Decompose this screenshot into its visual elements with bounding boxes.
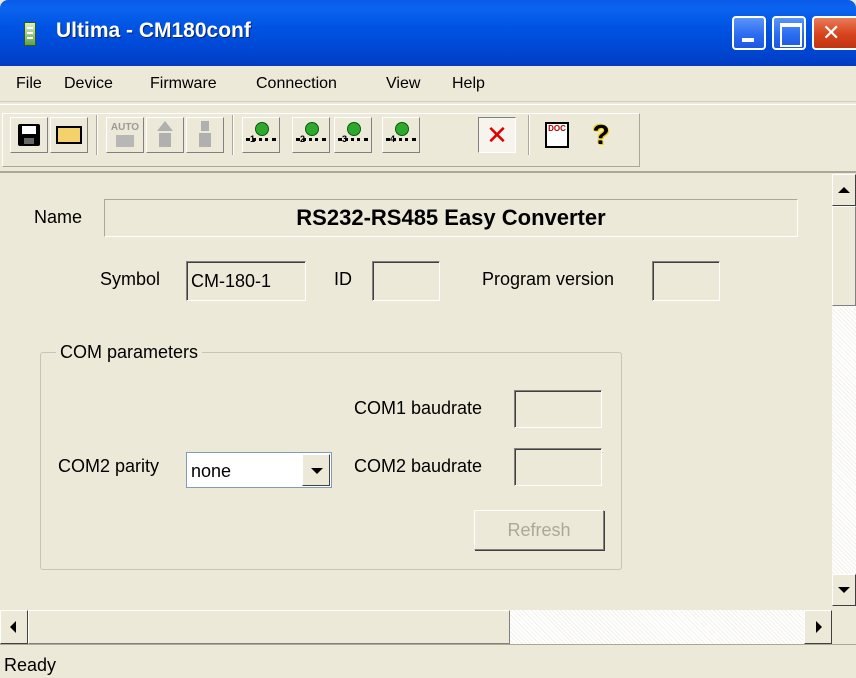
toolbar-separator — [528, 115, 530, 155]
com2-baudrate-field — [514, 448, 602, 486]
open-button[interactable] — [50, 117, 88, 153]
title-bar[interactable]: Ultima - CM180conf — [0, 0, 856, 66]
download-button[interactable] — [186, 117, 224, 153]
toolbar: AUTO 1 2 3 4 ✕ DOC ? — [0, 104, 856, 172]
upload-icon — [156, 121, 174, 149]
chevron-down-icon[interactable] — [302, 454, 330, 486]
symbol-label: Symbol — [100, 269, 161, 289]
connect-3-button[interactable]: 3 — [334, 117, 372, 153]
connect-2-icon: 2 — [296, 122, 326, 148]
name-label: Name — [34, 207, 83, 227]
status-text: Ready — [4, 655, 57, 675]
com2-parity-value: none — [191, 461, 232, 481]
doc-button[interactable]: DOC — [538, 117, 576, 153]
maximize-button[interactable] — [772, 16, 806, 50]
connect-4-number: 4 — [390, 134, 396, 144]
scroll-left-button[interactable] — [0, 610, 28, 644]
menu-file[interactable]: File — [16, 75, 42, 93]
id-field — [372, 261, 440, 301]
menu-bar: File Device Firmware Connection View Hel… — [0, 66, 856, 102]
scroll-right-button[interactable] — [804, 610, 832, 644]
help-button[interactable]: ? — [582, 117, 620, 153]
vertical-scroll-thumb[interactable] — [832, 206, 856, 306]
symbol-field: CM-180-1 — [186, 261, 306, 301]
close-button[interactable] — [812, 16, 856, 50]
menu-device[interactable]: Device — [64, 75, 113, 93]
com1-baudrate-field — [514, 390, 602, 428]
arrow-right-icon — [816, 621, 822, 633]
horizontal-scrollbar[interactable] — [0, 610, 832, 644]
com2-baudrate-label: COM2 baudrate — [354, 456, 483, 476]
connect-2-number: 2 — [300, 134, 306, 144]
disconnect-icon: ✕ — [486, 119, 508, 150]
vertical-scrollbar[interactable] — [832, 174, 856, 606]
open-folder-icon — [56, 126, 82, 144]
arrow-down-icon — [838, 587, 850, 593]
scroll-down-button[interactable] — [832, 574, 856, 606]
com1-baudrate-label: COM1 baudrate — [354, 398, 483, 418]
auto-icon-label: AUTO — [110, 122, 140, 133]
connect-1-button[interactable]: 1 — [242, 117, 280, 153]
menu-connection[interactable]: Connection — [256, 75, 337, 93]
refresh-button[interactable]: Refresh — [474, 510, 604, 550]
id-label: ID — [334, 269, 352, 289]
doc-icon-label: DOC — [548, 124, 566, 133]
minimize-button[interactable] — [732, 16, 766, 50]
connect-1-number: 1 — [250, 134, 256, 144]
name-field: RS232-RS485 Easy Converter — [104, 199, 798, 237]
connect-1-icon: 1 — [246, 122, 276, 148]
arrow-left-icon — [10, 621, 16, 633]
com-parameters-title: COM parameters — [56, 342, 203, 363]
device-icon[interactable] — [24, 22, 36, 46]
connect-3-number: 3 — [342, 134, 348, 144]
program-version-field — [652, 261, 720, 301]
scroll-up-button[interactable] — [832, 174, 856, 206]
program-version-label: Program version — [482, 269, 615, 289]
auto-icon: AUTO — [111, 123, 139, 147]
help-icon: ? — [592, 119, 610, 150]
scroll-corner — [832, 610, 856, 644]
menu-view[interactable]: View — [386, 75, 420, 93]
status-bar: Ready — [0, 644, 856, 678]
connect-3-icon: 3 — [338, 122, 368, 148]
com2-parity-select[interactable]: none — [186, 452, 332, 488]
doc-icon: DOC — [545, 122, 569, 148]
arrow-up-icon — [838, 187, 850, 193]
menu-help[interactable]: Help — [452, 75, 485, 93]
upload-button[interactable] — [146, 117, 184, 153]
toolbar-separator — [96, 115, 98, 155]
download-icon — [196, 121, 214, 149]
connect-4-icon: 4 — [386, 122, 416, 148]
toolbar-separator — [232, 115, 234, 155]
window-title: Ultima - CM180conf — [56, 19, 251, 42]
save-icon — [18, 124, 40, 146]
auto-button[interactable]: AUTO — [106, 117, 144, 153]
connect-4-button[interactable]: 4 — [382, 117, 420, 153]
connect-2-button[interactable]: 2 — [292, 117, 330, 153]
menu-firmware[interactable]: Firmware — [150, 75, 217, 93]
horizontal-scroll-thumb[interactable] — [28, 610, 510, 644]
com2-parity-label: COM2 parity — [58, 456, 160, 476]
save-button[interactable] — [10, 117, 48, 153]
disconnect-button[interactable]: ✕ — [478, 117, 516, 153]
